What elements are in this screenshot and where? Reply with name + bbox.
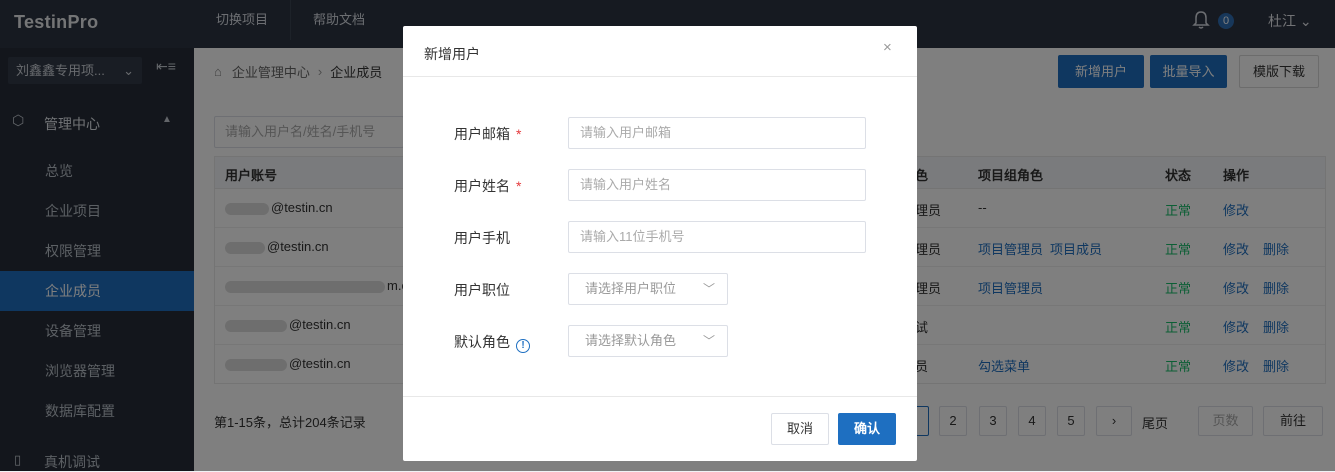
close-icon[interactable]: × xyxy=(883,39,892,56)
cancel-button[interactable]: 取消 xyxy=(771,413,829,445)
position-label: 用户职位 xyxy=(454,282,510,298)
dialog-title: 新增用户 xyxy=(424,46,480,62)
chevron-down-icon: ﹀ xyxy=(702,282,715,296)
name-label: 用户姓名 * xyxy=(454,178,522,194)
info-icon[interactable]: ! xyxy=(516,339,530,353)
role-label: 默认角色! xyxy=(454,332,530,353)
role-select[interactable]: 请选择默认角色 ﹀ xyxy=(568,325,728,357)
role-select-placeholder: 请选择默认角色 xyxy=(585,333,677,348)
divider xyxy=(403,396,917,397)
required-mark: * xyxy=(516,178,522,194)
email-label: 用户邮箱 * xyxy=(454,126,522,142)
email-field[interactable]: 请输入用户邮箱 xyxy=(568,117,866,149)
name-field[interactable]: 请输入用户姓名 xyxy=(568,169,866,201)
phone-label: 用户手机 xyxy=(454,230,510,246)
phone-field[interactable]: 请输入11位手机号 xyxy=(568,221,866,253)
required-mark: * xyxy=(516,126,522,142)
divider xyxy=(403,76,917,77)
chevron-down-icon: ﹀ xyxy=(702,334,715,348)
position-select-placeholder: 请选择用户职位 xyxy=(585,281,677,296)
add-user-dialog: 新增用户 × 用户邮箱 * 请输入用户邮箱 用户姓名 * 请输入用户姓名 用户手机 … xyxy=(403,26,917,461)
confirm-button[interactable]: 确认 xyxy=(838,413,896,445)
position-select[interactable]: 请选择用户职位 ﹀ xyxy=(568,273,728,305)
